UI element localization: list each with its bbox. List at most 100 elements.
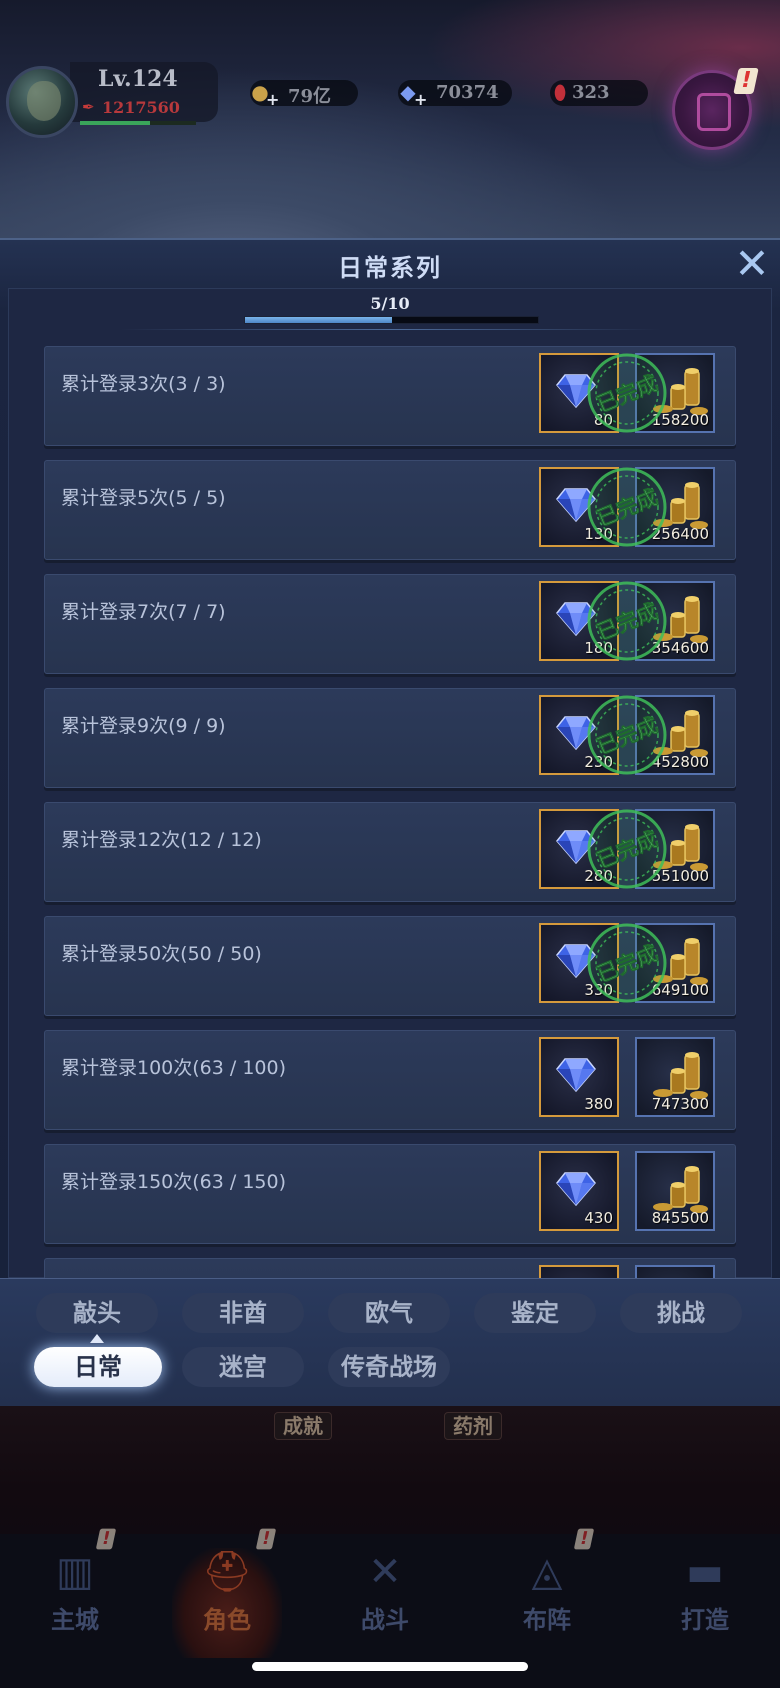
gold-reward-amount: 747300 [651, 1095, 709, 1113]
diamond-reward-amount: 230 [584, 753, 613, 771]
gold-reward-amount: 845500 [651, 1209, 709, 1227]
add-diamond-icon: + [414, 90, 428, 109]
gold-reward-slot[interactable]: 158200 [635, 353, 715, 433]
diamond-icon [556, 716, 596, 751]
nav-main-city[interactable]: ▥ 主城 [20, 1548, 130, 1658]
anvil-icon: ▬ [686, 1549, 724, 1595]
gold-reward-amount: 158200 [651, 411, 709, 429]
ruby-value: 323 [572, 82, 610, 103]
nav-forge[interactable]: ▬ 打造 [650, 1548, 760, 1658]
gold-reward-slot[interactable]: 747300 [635, 1037, 715, 1117]
diamond-resource[interactable]: ◆ + 70374 [398, 80, 512, 109]
tab-jianding[interactable]: 鉴定 [474, 1293, 596, 1333]
gold-reward-slot[interactable]: 256400 [635, 467, 715, 547]
helmet-icon: ⛑ [201, 1549, 253, 1595]
diamond-value: 70374 [436, 82, 499, 103]
gold-coins-icon [653, 824, 708, 871]
diamond-reward-amount: 430 [584, 1209, 613, 1227]
diamond-reward-slot[interactable] [539, 1265, 619, 1278]
achievement-tag: 成就 [274, 1412, 332, 1440]
player-exp-bar [80, 121, 196, 125]
task-row[interactable]: 累计登录9次(9 / 9) 230 452800 已完成 [44, 688, 736, 788]
tab-ouqi[interactable]: 欧气 [328, 1293, 450, 1333]
player-avatar[interactable] [6, 66, 78, 138]
diamond-icon [556, 374, 596, 409]
diamond-reward-slot[interactable]: 180 [539, 581, 619, 661]
diamond-icon [556, 1172, 596, 1207]
close-icon[interactable]: ✕ [732, 243, 772, 285]
top-status-bar: Lv.124 ✒ 1217560 ● + 79亿 ◆ + 70374 ⬮ 323… [0, 0, 780, 238]
gold-reward-slot[interactable]: 845500 [635, 1151, 715, 1231]
player-level: Lv.124 [98, 66, 178, 92]
task-name: 累计登录3次(3 / 3) [61, 373, 226, 395]
tab-qiaotou[interactable]: 敲头 [36, 1293, 158, 1333]
gold-reward-slot[interactable]: 452800 [635, 695, 715, 775]
task-row[interactable]: 累计登录150次(63 / 150) 430 845500 [44, 1144, 736, 1244]
diamond-reward-amount: 380 [584, 1095, 613, 1113]
tab-migong[interactable]: 迷宫 [182, 1347, 304, 1387]
game-screen: Lv.124 ✒ 1217560 ● + 79亿 ◆ + 70374 ⬮ 323… [0, 0, 780, 1688]
task-row[interactable] [44, 1258, 736, 1278]
progress-fill [245, 317, 392, 323]
progress-label: 5/10 [370, 294, 410, 313]
power-icon: ✒ [82, 98, 95, 116]
diamond-reward-slot[interactable]: 280 [539, 809, 619, 889]
nav-character[interactable]: ⛑ 角色 [172, 1548, 282, 1658]
task-name: 累计登录7次(7 / 7) [61, 601, 226, 623]
task-list[interactable]: 累计登录3次(3 / 3) 80 158200 已完成 累计登录5次(5 / 5) 130… [44, 346, 736, 1278]
potion-tag: 药剂 [444, 1412, 502, 1440]
ruby-resource[interactable]: ⬮ 323 [550, 80, 648, 106]
diamond-reward-slot[interactable]: 80 [539, 353, 619, 433]
gold-reward-amount: 256400 [651, 525, 709, 543]
gold-coins-icon [653, 1166, 708, 1213]
gold-coins-icon [653, 482, 708, 529]
crossed-swords-icon: ✕ [368, 1549, 402, 1595]
diamond-reward-amount: 330 [584, 981, 613, 999]
task-row[interactable]: 累计登录5次(5 / 5) 130 256400 已完成 [44, 460, 736, 560]
diamond-reward-slot[interactable]: 330 [539, 923, 619, 1003]
diamond-icon [556, 602, 596, 637]
diamond-reward-amount: 280 [584, 867, 613, 885]
gold-value: 79亿 [288, 86, 332, 107]
gold-coins-icon [653, 596, 708, 643]
scroll-icon [697, 93, 731, 131]
divider [120, 329, 660, 330]
player-power: 1217560 [102, 98, 180, 117]
panel-title: 日常系列 [338, 254, 442, 282]
diamond-icon [556, 830, 596, 865]
task-name: 累计登录100次(63 / 100) [61, 1057, 287, 1079]
task-row[interactable]: 累计登录50次(50 / 50) 330 649100 已完成 [44, 916, 736, 1016]
gold-reward-slot[interactable] [635, 1265, 715, 1278]
tab-richang[interactable]: 日常 [34, 1347, 162, 1387]
task-name: 累计登录5次(5 / 5) [61, 487, 226, 509]
diamond-reward-amount: 80 [593, 411, 613, 429]
task-name: 累计登录50次(50 / 50) [61, 943, 262, 965]
nav-formation[interactable]: ◬ 布阵 [492, 1548, 602, 1658]
tab-feiqiu[interactable]: 非酋 [182, 1293, 304, 1333]
gold-reward-slot[interactable]: 649100 [635, 923, 715, 1003]
tab-tiaozhan[interactable]: 挑战 [620, 1293, 742, 1333]
task-row[interactable]: 累计登录7次(7 / 7) 180 354600 已完成 [44, 574, 736, 674]
alert-badge-icon: ! [733, 68, 759, 94]
category-tabs: 敲头 非酋 欧气 鉴定 挑战 日常 迷宫 传奇战场 [0, 1278, 780, 1406]
gold-reward-amount: 452800 [651, 753, 709, 771]
task-row[interactable]: 累计登录100次(63 / 100) 380 747300 [44, 1030, 736, 1130]
gold-reward-amount: 649100 [651, 981, 709, 999]
castle-icon: ▥ [56, 1549, 94, 1595]
diamond-reward-slot[interactable]: 380 [539, 1037, 619, 1117]
task-name: 累计登录12次(12 / 12) [61, 829, 262, 851]
gold-resource[interactable]: ● + 79亿 [250, 80, 358, 109]
diamond-reward-slot[interactable]: 130 [539, 467, 619, 547]
tab-chuanqi-zhanchang[interactable]: 传奇战场 [328, 1347, 450, 1387]
gold-coins-icon [653, 938, 708, 985]
gold-reward-slot[interactable]: 551000 [635, 809, 715, 889]
task-row[interactable]: 累计登录3次(3 / 3) 80 158200 已完成 [44, 346, 736, 446]
diamond-icon [556, 944, 596, 979]
diamond-reward-slot[interactable]: 230 [539, 695, 619, 775]
nav-battle[interactable]: ✕ 战斗 [330, 1548, 440, 1658]
diamond-reward-amount: 130 [584, 525, 613, 543]
diamond-reward-slot[interactable]: 430 [539, 1151, 619, 1231]
task-row[interactable]: 累计登录12次(12 / 12) 280 551000 已完成 [44, 802, 736, 902]
progress-bar [244, 316, 539, 324]
gold-reward-slot[interactable]: 354600 [635, 581, 715, 661]
